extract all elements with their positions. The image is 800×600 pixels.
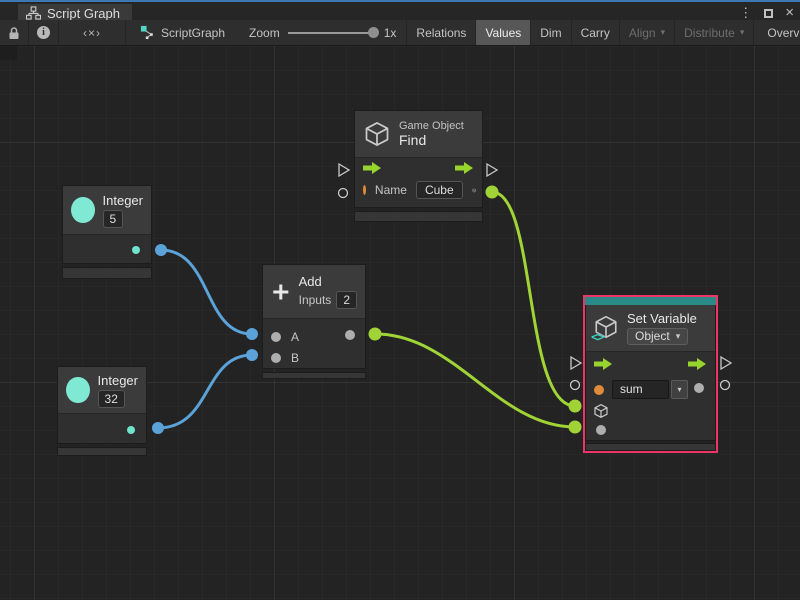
variable-name-port[interactable] xyxy=(594,385,604,395)
variable-accent-bar xyxy=(585,297,716,305)
object-input-port-icon[interactable] xyxy=(593,403,609,419)
flow-port-triangle[interactable] xyxy=(721,357,731,369)
toolbar-button-relations[interactable]: Relations xyxy=(407,20,476,45)
node-footer xyxy=(354,211,483,222)
game-object-icon xyxy=(363,120,391,148)
zoom-slider[interactable] xyxy=(288,32,376,34)
wire-endpoint-green[interactable] xyxy=(569,400,582,413)
node-subtitle: Game Object xyxy=(399,120,464,132)
node-title: Integer xyxy=(98,373,138,388)
flow-port-triangle[interactable] xyxy=(571,357,581,369)
wire-endpoint-green[interactable] xyxy=(369,328,382,341)
integer-type-icon xyxy=(66,377,90,403)
wire-endpoint-green[interactable] xyxy=(486,186,499,199)
inputs-count-field[interactable]: 2 xyxy=(336,291,357,309)
zoom-control: Zoom 1x xyxy=(239,20,407,45)
chevron-down-icon: ▾ xyxy=(661,27,666,38)
wire-add-to-setvariable xyxy=(375,334,575,427)
graph-name-label: ScriptGraph xyxy=(161,26,225,40)
toolbar-button-values[interactable]: Values xyxy=(476,20,531,45)
wire-endpoint-blue[interactable] xyxy=(246,328,258,340)
flow-in-arrow-icon[interactable] xyxy=(363,162,382,174)
toolbar-button-distribute[interactable]: Distribute ▾ xyxy=(675,20,754,45)
port-b-label: B xyxy=(291,351,299,365)
node-integer-5[interactable]: Integer 5 xyxy=(62,185,152,279)
integer-value-field[interactable]: 32 xyxy=(98,390,125,408)
variables-angle-icon: <> xyxy=(591,330,603,344)
zoom-slider-handle[interactable] xyxy=(368,27,379,38)
wire-integer5-to-add-a xyxy=(161,250,252,334)
info-icon: i xyxy=(37,26,50,39)
wire-endpoint-blue[interactable] xyxy=(246,349,258,361)
output-port-sum[interactable] xyxy=(345,330,355,340)
wire-endpoint-blue[interactable] xyxy=(152,422,164,434)
integer-value-field[interactable]: 5 xyxy=(103,210,124,228)
code-cross-icon: ‹×› xyxy=(83,26,101,40)
chevron-down-icon: ▾ xyxy=(676,331,681,342)
flow-port-triangle[interactable] xyxy=(487,164,497,176)
zoom-label: Zoom xyxy=(249,26,280,40)
graph-breadcrumb[interactable]: ScriptGraph xyxy=(126,20,239,45)
inputs-label: Inputs xyxy=(299,293,332,307)
info-button[interactable]: i xyxy=(29,20,59,45)
script-graph-icon xyxy=(140,25,155,40)
node-set-variable[interactable]: <> Set Variable Object ▾ xyxy=(583,295,718,453)
port-a-label: A xyxy=(291,330,299,344)
game-object-result-icon[interactable] xyxy=(472,183,476,198)
value-input-port[interactable] xyxy=(596,425,606,435)
wire-endpoint-green[interactable] xyxy=(569,421,582,434)
value-port-circle[interactable] xyxy=(721,381,730,390)
output-port-integer[interactable] xyxy=(132,246,140,254)
tab-title: Script Graph xyxy=(47,6,120,21)
set-variable-icon: <> xyxy=(593,314,619,342)
add-icon xyxy=(271,279,291,305)
input-port-b[interactable] xyxy=(271,353,281,363)
node-title: Add xyxy=(299,274,357,289)
name-label: Name xyxy=(375,183,407,197)
name-input-port[interactable] xyxy=(363,185,366,195)
toolbar-button-overview[interactable]: Overview xyxy=(758,20,800,45)
lock-button[interactable] xyxy=(0,20,29,45)
node-title: Find xyxy=(399,132,464,148)
flow-in-arrow-icon[interactable] xyxy=(594,358,613,370)
node-gameobject-find[interactable]: Game Object Find Name Cube xyxy=(354,110,483,222)
chevron-down-icon: ▾ xyxy=(740,27,745,38)
flow-port-triangle[interactable] xyxy=(339,164,349,176)
code-view-button[interactable]: ‹×› xyxy=(59,20,126,45)
chevron-down-icon: ▾ xyxy=(671,380,688,399)
value-port-circle[interactable] xyxy=(339,189,348,198)
title-bar: Script Graph ⋮ × xyxy=(0,0,800,20)
node-footer xyxy=(57,447,147,456)
name-value-field[interactable]: Cube xyxy=(416,181,463,199)
maximize-icon[interactable] xyxy=(764,9,773,18)
output-value-port[interactable] xyxy=(694,383,704,393)
node-footer xyxy=(262,372,366,379)
toolbar-button-align[interactable]: Align ▾ xyxy=(620,20,675,45)
wire-integer32-to-add-b xyxy=(158,355,252,428)
variable-name-select[interactable]: sum ▾ xyxy=(612,380,688,399)
node-footer xyxy=(62,267,152,279)
input-port-a[interactable] xyxy=(271,332,281,342)
wire-endpoint-blue[interactable] xyxy=(155,244,167,256)
wire-find-to-setvariable xyxy=(492,192,575,406)
node-title: Integer xyxy=(103,193,143,208)
graph-toolbar: i ‹×› ScriptGraph Zoom 1x Relations Valu… xyxy=(0,20,800,46)
flow-out-arrow-icon[interactable] xyxy=(688,358,707,370)
hierarchy-icon xyxy=(26,6,41,20)
integer-type-icon xyxy=(71,197,95,223)
value-port-circle[interactable] xyxy=(571,381,580,390)
toolbar-button-dim[interactable]: Dim xyxy=(531,20,571,45)
graph-canvas[interactable]: Integer 5 Integer 32 xyxy=(0,46,800,600)
toolbar-button-carry[interactable]: Carry xyxy=(572,20,620,45)
lock-icon xyxy=(8,26,20,40)
node-footer xyxy=(585,443,716,451)
node-add[interactable]: Add Inputs 2 A B xyxy=(262,264,366,379)
node-integer-32[interactable]: Integer 32 xyxy=(57,366,147,456)
variable-kind-dropdown[interactable]: Object ▾ xyxy=(627,328,688,345)
flow-out-arrow-icon[interactable] xyxy=(455,162,474,174)
output-port-integer[interactable] xyxy=(127,426,135,434)
node-title: Set Variable xyxy=(627,311,697,326)
zoom-value: 1x xyxy=(384,26,397,40)
